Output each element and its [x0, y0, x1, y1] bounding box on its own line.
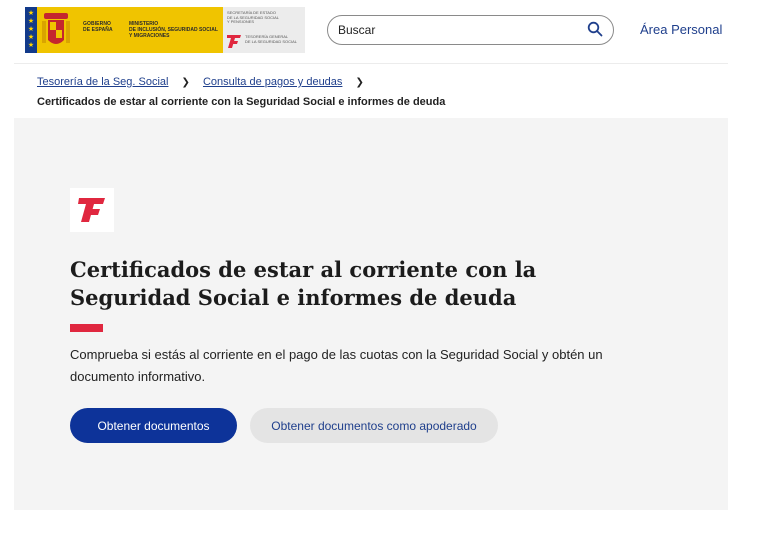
- breadcrumb: Tesorería de la Seg. Social ❯ Consulta d…: [37, 76, 374, 88]
- coat-of-arms-icon: [42, 13, 70, 44]
- tesoreria-text: TESORERÍA GENERAL DE LA SEGURIDAD SOCIAL: [245, 34, 298, 44]
- chevron-right-icon: ❯: [355, 77, 364, 88]
- government-logo[interactable]: ★ ★ ★ ★ ★ GOBIERNO DE ESPAÑA MINISTERIO DE I…: [25, 7, 305, 53]
- breadcrumb-item-consulta[interactable]: Consulta de pagos y deudas: [203, 76, 342, 88]
- search-box: [327, 15, 614, 45]
- area-personal-link[interactable]: Área Personal: [640, 22, 722, 37]
- government-banner: ★ ★ ★ ★ ★ GOBIERNO DE ESPAÑA MINISTERIO DE I…: [25, 7, 223, 53]
- search-icon[interactable]: [587, 21, 603, 37]
- chevron-right-icon: ❯: [181, 77, 190, 88]
- gobierno-text: GOBIERNO DE ESPAÑA: [83, 21, 113, 33]
- site-header: ★ ★ ★ ★ ★ GOBIERNO DE ESPAÑA MINISTERIO DE I…: [0, 0, 768, 64]
- hero-section: Certificados de estar al corriente con l…: [14, 118, 728, 510]
- accent-bar: [70, 324, 103, 332]
- tgss-logo-icon: [70, 188, 114, 232]
- secretaria-text: SECRETARÍA DE ESTADO DE LA SEGURIDAD SOC…: [227, 10, 280, 25]
- tgss-banner: SECRETARÍA DE ESTADO DE LA SEGURIDAD SOC…: [223, 7, 305, 53]
- search-input[interactable]: [338, 21, 578, 39]
- tgss-logo-icon: [227, 35, 241, 48]
- eu-flag-icon: ★ ★ ★ ★ ★: [25, 7, 37, 53]
- page-description: Comprueba si estás al corriente en el pa…: [70, 347, 603, 384]
- obtener-documentos-button[interactable]: Obtener documentos: [70, 408, 237, 443]
- ministerio-text: MINISTERIO DE INCLUSIÓN, SEGURIDAD SOCIA…: [129, 21, 218, 39]
- breadcrumb-item-tesoreria[interactable]: Tesorería de la Seg. Social: [37, 76, 168, 88]
- header-divider: [14, 63, 728, 64]
- page-title: Certificados de estar al corriente con l…: [70, 257, 537, 310]
- breadcrumb-current: Certificados de estar al corriente con l…: [37, 96, 446, 108]
- obtener-documentos-apoderado-button[interactable]: Obtener documentos como apoderado: [250, 408, 498, 443]
